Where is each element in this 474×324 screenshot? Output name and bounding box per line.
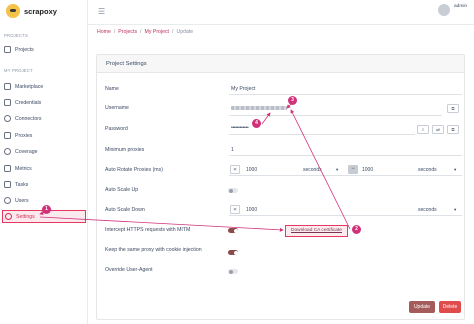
- mitm-toggle[interactable]: [228, 228, 238, 233]
- metrics-icon: [4, 165, 11, 172]
- breadcrumb-current: Update: [176, 29, 194, 35]
- sidebar-item-label: Projects: [15, 46, 34, 53]
- logo[interactable]: scrapoxy: [6, 4, 57, 18]
- update-button[interactable]: Update: [409, 301, 435, 313]
- mitm-label: Intercept HTTPS requests with MITM: [105, 227, 191, 233]
- name-field-underline: [229, 94, 462, 95]
- override-user-agent-toggle[interactable]: [228, 269, 238, 274]
- username-label: Username: [105, 105, 129, 111]
- avatar[interactable]: [438, 4, 450, 16]
- swap-icon[interactable]: ⇄: [432, 125, 444, 134]
- topbar: ☰ admin: [88, 0, 474, 25]
- chevron-down-icon[interactable]: ▾: [454, 207, 456, 213]
- download-ca-certificate-link[interactable]: Download CA certificate: [285, 225, 348, 237]
- scale-down-value[interactable]: 1000: [246, 207, 257, 213]
- rotate-underline: [229, 175, 462, 176]
- chevron-down-icon[interactable]: ▾: [336, 167, 338, 173]
- scale-down-clear-button[interactable]: ✕: [230, 205, 240, 214]
- password-label: Password: [105, 126, 128, 132]
- annotation-badge-2: 2: [352, 225, 361, 234]
- sidebar-item-connectors[interactable]: Connectors: [2, 112, 86, 125]
- search-icon[interactable]: ⌕: [417, 125, 429, 134]
- sidebar-item-credentials[interactable]: Credentials: [2, 96, 86, 109]
- rotate-max-value[interactable]: 1000: [362, 167, 373, 173]
- sidebar: scrapoxy PROJECTS Projects MY PROJECT Ma…: [0, 0, 88, 324]
- min-proxies-field[interactable]: 1: [231, 147, 234, 153]
- scale-down-underline: [229, 215, 462, 216]
- rotate-toggle-button[interactable]: −: [348, 165, 358, 174]
- sidebar-item-label: Users: [15, 197, 29, 204]
- annotation-badge-1: 1: [42, 205, 51, 214]
- coverage-icon: [4, 148, 11, 155]
- password-field-underline: [229, 134, 415, 135]
- projects-section-label: PROJECTS: [4, 33, 28, 38]
- tasks-icon: [4, 181, 11, 188]
- my-project-section-label: MY PROJECT: [4, 68, 33, 73]
- scale-down-unit[interactable]: seconds: [418, 207, 437, 213]
- rotate-min-unit[interactable]: seconds: [303, 167, 322, 173]
- breadcrumb-separator: /: [140, 29, 142, 35]
- sidebar-item-tasks[interactable]: Tasks: [2, 178, 86, 191]
- copy-password-icon[interactable]: ⧉: [447, 125, 459, 134]
- sidebar-item-label: Settings: [16, 213, 35, 220]
- sidebar-item-label: Marketplace: [15, 83, 44, 90]
- sidebar-item-label: Proxies: [15, 132, 33, 139]
- rotate-max-unit[interactable]: seconds: [418, 167, 437, 173]
- sidebar-item-label: Tasks: [15, 181, 29, 188]
- min-proxies-underline: [229, 155, 462, 156]
- cookie-injection-label: Keep the same proxy with cookie injectio…: [105, 247, 202, 253]
- card-header: Project Settings: [97, 55, 464, 73]
- sidebar-item-label: Credentials: [15, 99, 42, 106]
- user-name[interactable]: admin: [454, 4, 467, 9]
- hamburger-menu-icon[interactable]: ☰: [98, 7, 105, 16]
- username-field-blurred[interactable]: [231, 106, 287, 110]
- breadcrumb: Home / Projects / My Project / Update: [97, 29, 193, 35]
- breadcrumb-separator: /: [172, 29, 174, 35]
- projects-icon: [4, 46, 11, 53]
- annotation-badge-4: 4: [252, 119, 261, 128]
- sidebar-item-coverage[interactable]: Coverage: [2, 145, 86, 158]
- name-field[interactable]: My Project: [231, 86, 256, 92]
- logo-text: scrapoxy: [24, 6, 57, 16]
- breadcrumb-projects[interactable]: Projects: [118, 29, 137, 35]
- auto-rotate-label: Auto Rotate Proxies (ms): [105, 167, 163, 173]
- connectors-icon: [4, 115, 11, 122]
- breadcrumb-project[interactable]: My Project: [145, 29, 170, 35]
- name-label: Name: [105, 86, 119, 92]
- marketplace-icon: [4, 83, 11, 90]
- delete-button[interactable]: Delete: [439, 301, 461, 313]
- sidebar-item-metrics[interactable]: Metrics: [2, 162, 86, 175]
- sidebar-item-projects[interactable]: Projects: [2, 43, 86, 56]
- annotation-badge-3: 3: [288, 96, 297, 105]
- users-icon: [4, 197, 11, 204]
- chevron-down-icon[interactable]: ▾: [454, 167, 456, 173]
- cookie-injection-toggle[interactable]: [228, 250, 238, 255]
- auto-scale-down-label: Auto Scale Down: [105, 207, 145, 213]
- proxies-icon: [4, 132, 11, 139]
- override-user-agent-label: Override User-Agent: [105, 267, 153, 273]
- sidebar-item-proxies[interactable]: Proxies: [2, 129, 86, 142]
- logo-icon: [6, 4, 20, 18]
- password-field[interactable]: ••••••••••••: [231, 125, 249, 131]
- sidebar-item-marketplace[interactable]: Marketplace: [2, 80, 86, 93]
- gear-icon: [5, 213, 12, 220]
- sidebar-item-label: Coverage: [15, 148, 38, 155]
- sidebar-item-label: Connectors: [15, 115, 42, 122]
- breadcrumb-home[interactable]: Home: [97, 29, 111, 35]
- copy-username-icon[interactable]: ⧉: [447, 104, 459, 113]
- rotate-min-value[interactable]: 1000: [246, 167, 257, 173]
- breadcrumb-separator: /: [113, 29, 116, 35]
- auto-scale-up-toggle[interactable]: [228, 188, 238, 193]
- auto-scale-up-label: Auto Scale Up: [105, 187, 139, 193]
- min-proxies-label: Minimum proxies: [105, 147, 145, 153]
- card-title: Project Settings: [106, 61, 147, 67]
- sidebar-item-label: Metrics: [15, 165, 32, 172]
- username-field-underline: [229, 115, 442, 116]
- rotate-min-clear-button[interactable]: ✕: [230, 165, 240, 174]
- credentials-icon: [4, 99, 11, 106]
